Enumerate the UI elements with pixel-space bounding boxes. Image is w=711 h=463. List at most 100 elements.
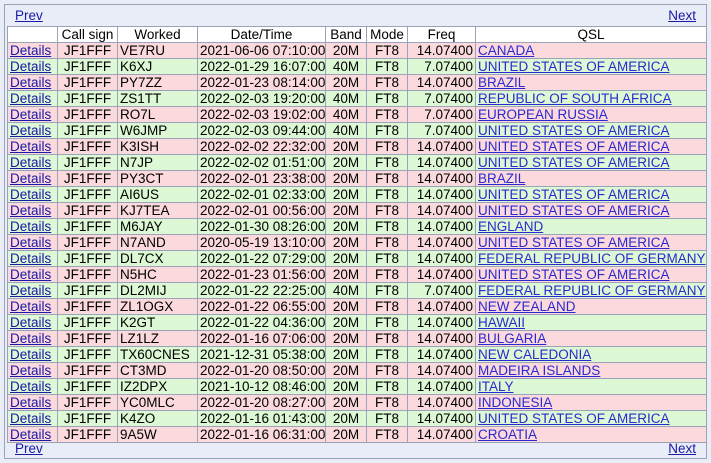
details-link[interactable]: Details [10,252,51,266]
qsl-link[interactable]: UNITED STATES OF AMERICA [478,268,670,282]
qsl-link[interactable]: MADEIRA ISLANDS [478,364,600,378]
worked-cell: ZS1TT [117,90,198,107]
qsl-link[interactable]: BRAZIL [478,172,525,186]
band-cell: 20M [325,314,367,331]
details-link[interactable]: Details [10,204,51,218]
worked-cell: K4ZO [117,410,198,427]
prev-link[interactable]: Prev [15,8,43,24]
details-cell: Details [7,378,58,395]
qsl-cell: UNITED STATES OF AMERICA [475,58,707,75]
qsl-cell: FEDERAL REPUBLIC OF GERMANY [475,282,707,299]
qsl-link[interactable]: ITALY [478,380,514,394]
qsl-link[interactable]: ENGLAND [478,220,543,234]
freq-cell: 7.07400 [407,90,476,107]
qsl-link[interactable]: UNITED STATES OF AMERICA [478,204,670,218]
freq-cell: 14.07400 [407,266,476,283]
date-time-cell: 2022-01-23 01:56:00 [197,266,326,283]
date-time-cell: 2022-01-22 06:55:00 [197,298,326,315]
band-cell: 20M [325,74,367,91]
details-link[interactable]: Details [10,140,51,154]
call-sign-cell: JF1FFF [57,314,118,331]
mode-cell: FT8 [366,298,408,315]
qsl-link[interactable]: UNITED STATES OF AMERICA [478,140,670,154]
qsl-link[interactable]: CANADA [478,44,534,58]
worked-cell: DL2MIJ [117,282,198,299]
worked-cell: PY3CT [117,170,198,187]
qsl-link[interactable]: REPUBLIC OF SOUTH AFRICA [478,92,672,106]
details-link[interactable]: Details [10,428,51,442]
qsl-link[interactable]: EUROPEAN RUSSIA [478,108,608,122]
qsl-link[interactable]: UNITED STATES OF AMERICA [478,188,670,202]
freq-cell: 14.07400 [407,314,476,331]
details-link[interactable]: Details [10,92,51,106]
next-link[interactable]: Next [668,441,696,457]
qsl-link[interactable]: UNITED STATES OF AMERICA [478,60,670,74]
band-cell: 40M [325,58,367,75]
table-row: Details JF1FFF N7AND 2020-05-19 13:10:00 20M… [7,234,707,251]
qsl-link[interactable]: UNITED STATES OF AMERICA [478,124,670,138]
details-link[interactable]: Details [10,172,51,186]
details-cell: Details [7,90,58,107]
details-link[interactable]: Details [10,380,51,394]
details-cell: Details [7,250,58,267]
details-link[interactable]: Details [10,348,51,362]
details-link[interactable]: Details [10,156,51,170]
qsl-link[interactable]: CROATIA [478,428,537,442]
column-header-date-time: Date/Time [197,26,326,43]
mode-cell: FT8 [366,218,408,235]
worked-cell: LZ1LZ [117,330,198,347]
pager-top: Prev Next [5,8,706,24]
details-link[interactable]: Details [10,124,51,138]
details-link[interactable]: Details [10,76,51,90]
qsl-link[interactable]: BULGARIA [478,332,546,346]
qsl-link[interactable]: UNITED STATES OF AMERICA [478,236,670,250]
details-link[interactable]: Details [10,316,51,330]
details-link[interactable]: Details [10,332,51,346]
qsl-link[interactable]: HAWAII [478,316,525,330]
details-link[interactable]: Details [10,364,51,378]
mode-cell: FT8 [366,186,408,203]
column-header-details [7,26,58,43]
qsl-link[interactable]: FEDERAL REPUBLIC OF GERMANY [478,284,706,298]
prev-link[interactable]: Prev [15,441,43,457]
call-sign-cell: JF1FFF [57,90,118,107]
qsl-cell: HAWAII [475,314,707,331]
details-link[interactable]: Details [10,236,51,250]
details-link[interactable]: Details [10,412,51,426]
call-sign-cell: JF1FFF [57,122,118,139]
mode-cell: FT8 [366,58,408,75]
qsl-link[interactable]: INDONESIA [478,396,552,410]
qsl-link[interactable]: FEDERAL REPUBLIC OF GERMANY [478,252,706,266]
qsl-cell: UNITED STATES OF AMERICA [475,138,707,155]
qso-table: Call sign Worked Date/Time Band Mode Fre… [7,26,707,443]
details-link[interactable]: Details [10,284,51,298]
band-cell: 20M [325,42,367,59]
qsl-link[interactable]: UNITED STATES OF AMERICA [478,412,670,426]
date-time-cell: 2021-06-06 07:10:00 [197,42,326,59]
details-link[interactable]: Details [10,220,51,234]
details-link[interactable]: Details [10,396,51,410]
freq-cell: 14.07400 [407,170,476,187]
details-link[interactable]: Details [10,188,51,202]
next-link[interactable]: Next [668,8,696,24]
details-link[interactable]: Details [10,268,51,282]
qsl-link[interactable]: UNITED STATES OF AMERICA [478,156,670,170]
details-cell: Details [7,362,58,379]
details-link[interactable]: Details [10,60,51,74]
worked-cell: KJ7TEA [117,202,198,219]
date-time-cell: 2022-01-16 07:06:00 [197,330,326,347]
table-row: Details JF1FFF ZL1OGX 2022-01-22 06:55:00 20… [7,298,707,315]
qsl-link[interactable]: NEW ZEALAND [478,300,576,314]
details-link[interactable]: Details [10,44,51,58]
qsl-link[interactable]: BRAZIL [478,76,525,90]
band-cell: 40M [325,90,367,107]
details-link[interactable]: Details [10,108,51,122]
call-sign-cell: JF1FFF [57,154,118,171]
qsl-link[interactable]: NEW CALEDONIA [478,348,591,362]
call-sign-cell: JF1FFF [57,330,118,347]
table-row: Details JF1FFF ZS1TT 2022-02-03 19:20:00 40M… [7,90,707,107]
freq-cell: 14.07400 [407,330,476,347]
date-time-cell: 2022-01-22 22:25:00 [197,282,326,299]
date-time-cell: 2022-02-01 02:33:00 [197,186,326,203]
details-link[interactable]: Details [10,300,51,314]
